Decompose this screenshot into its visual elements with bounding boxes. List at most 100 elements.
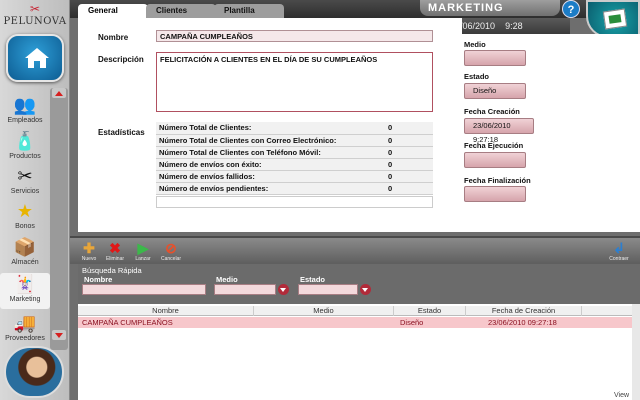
search-medio-label: Medio (216, 275, 238, 284)
nav-scroll-up-button[interactable] (52, 88, 66, 98)
stat-label: Número de envíos con éxito: (156, 158, 385, 171)
cards-icon (602, 8, 628, 30)
table-row: Número Total de Clientes: 0 (156, 122, 433, 135)
contraer-label: Contraer (609, 256, 629, 262)
sidebar-item-servicios[interactable]: ✂ Servicios (0, 165, 50, 201)
sidebar-item-label: Servicios (10, 188, 40, 195)
collapse-icon: ↲ (613, 240, 625, 256)
stat-value: 0 (385, 158, 433, 171)
truck-icon: 🚚 (13, 313, 37, 333)
sidebar-item-label: Proveedores (5, 335, 45, 342)
play-icon: ▶ (137, 240, 149, 256)
new-icon: ✚ (83, 240, 95, 256)
tab-general[interactable]: General (78, 4, 148, 18)
cards-icon: 🃏 (13, 274, 37, 294)
toolbar: ✚ Nuevo ✖ Eliminar ▶ Lanzar ⊘ Cancelar ↲… (70, 236, 640, 264)
sidebar-item-proveedores[interactable]: 🚚 Proveedores (0, 312, 50, 348)
status-panel: Medio Estado Diseño Fecha Creación 23/06… (462, 34, 640, 232)
people-icon: 👥 (13, 95, 37, 115)
nuevo-label: Nuevo (81, 256, 97, 262)
fecha-finalizacion-label: Fecha Finalización (464, 176, 531, 185)
column-header-nombre[interactable]: Nombre (78, 306, 254, 316)
estado-field[interactable]: Diseño (464, 83, 526, 99)
scissors-icon: ✂ (17, 166, 33, 186)
column-header-medio[interactable]: Medio (254, 306, 394, 316)
top-bar: General Clientes Plantilla MARKETING (70, 0, 640, 18)
results-scrollbar[interactable] (632, 304, 640, 400)
medio-field[interactable] (464, 50, 526, 66)
stat-label: Número de envíos pendientes: (156, 182, 385, 195)
lanzar-button[interactable]: ▶ Lanzar (132, 240, 154, 264)
table-row: Número de envíos pendientes: 0 (156, 182, 433, 195)
sidebar-item-label: Empleados (7, 117, 43, 124)
descripcion-label: Descripción (98, 55, 144, 64)
general-form: Nombre CAMPAÑA CUMPLEAÑOS Descripción FE… (78, 18, 462, 232)
stat-value: 0 (385, 134, 433, 147)
time-text: 9:28 (505, 21, 523, 31)
stat-label: Número Total de Clientes con Teléfono Mó… (156, 146, 385, 159)
chevron-down-icon[interactable] (278, 284, 289, 295)
column-header-fecha[interactable]: Fecha de Creación (466, 306, 582, 316)
help-icon: ? (567, 4, 575, 16)
cancel-icon: ⊘ (165, 240, 177, 256)
search-estado-select[interactable] (298, 284, 358, 295)
chevron-down-icon[interactable] (360, 284, 371, 295)
sidebar-item-empleados[interactable]: 👥 Empleados (0, 94, 50, 130)
nav-scroll-down-button[interactable] (52, 330, 66, 340)
column-header-estado[interactable]: Estado (394, 306, 466, 316)
home-button[interactable] (6, 34, 64, 82)
results-table: Nombre Medio Estado Fecha de Creación CA… (78, 304, 640, 400)
eliminar-button[interactable]: ✖ Eliminar (104, 240, 126, 264)
stat-label: Número de envíos fallidos: (156, 170, 385, 183)
sidebar-item-marketing[interactable]: 🃏 Marketing (0, 273, 50, 309)
products-icon: 🧴 (13, 131, 37, 151)
avatar[interactable] (4, 346, 64, 398)
fecha-ejecucion-label: Fecha Ejecución (464, 141, 524, 150)
sidebar-item-productos[interactable]: 🧴 Productos (0, 130, 50, 166)
nuevo-button[interactable]: ✚ Nuevo (78, 240, 100, 264)
nombre-field[interactable]: CAMPAÑA CUMPLEAÑOS (156, 30, 433, 42)
table-row: Número Total de Clientes con Teléfono Mó… (156, 146, 433, 159)
fecha-finalizacion-field[interactable] (464, 186, 526, 202)
nombre-label: Nombre (98, 33, 129, 42)
search-nombre-input[interactable] (82, 284, 206, 295)
cancelar-label: Cancelar (160, 256, 181, 262)
cancelar-button[interactable]: ⊘ Cancelar (160, 240, 182, 264)
sidebar-item-label: Productos (9, 153, 41, 160)
logo-text: PELUNOVA (3, 16, 67, 27)
stat-value: 0 (385, 146, 433, 159)
quick-search: Búsqueda Rápida Nombre Medio Estado (78, 264, 640, 304)
tab-clientes[interactable]: Clientes (146, 4, 216, 18)
sidebar: ✂ PELUNOVA 👥 Empleados 🧴 Productos ✂ Ser… (0, 0, 70, 400)
table-row: Número de envíos fallidos: 0 (156, 170, 433, 183)
estadisticas-label: Estadísticas (98, 128, 145, 137)
module-title: MARKETING (420, 0, 560, 16)
star-icon: ★ (16, 201, 34, 221)
home-icon (25, 48, 49, 68)
cell-nombre: CAMPAÑA CUMPLEAÑOS (82, 318, 173, 327)
contraer-button[interactable]: ↲ Contraer (608, 240, 630, 264)
stat-value: 0 (385, 170, 433, 183)
lanzar-label: Lanzar (135, 256, 151, 262)
search-nombre-label: Nombre (84, 275, 113, 284)
stat-value: 0 (385, 182, 433, 195)
logo: ✂ PELUNOVA (2, 2, 68, 32)
search-title: Búsqueda Rápida (82, 266, 142, 275)
fecha-creacion-field: 23/06/2010 9:27:18 (464, 118, 534, 144)
sidebar-item-bonos[interactable]: ★ Bonos (0, 200, 50, 236)
eliminar-label: Eliminar (105, 256, 125, 262)
sidebar-item-label: Marketing (9, 296, 41, 303)
delete-icon: ✖ (109, 240, 121, 256)
descripcion-field[interactable]: FELICITACIÓN A CLIENTES EN EL DÍA DE SU … (156, 52, 433, 112)
table-row[interactable]: CAMPAÑA CUMPLEAÑOS Diseño 23/06/2010 09:… (78, 317, 632, 328)
estado-label: Estado (464, 72, 490, 81)
fecha-ejecucion-field[interactable] (464, 152, 526, 168)
sidebar-item-label: Bonos (15, 223, 35, 230)
help-button[interactable]: ? (562, 0, 580, 18)
search-medio-select[interactable] (214, 284, 276, 295)
tab-plantilla[interactable]: Plantilla (214, 4, 284, 18)
stats-table: Número Total de Clientes: 0 Número Total … (156, 122, 433, 195)
cell-fecha: 23/06/2010 09:27:18 (488, 318, 557, 327)
logo-mark-icon: ✂ (29, 2, 41, 16)
sidebar-item-almacen[interactable]: 📦 Almacén (0, 236, 50, 272)
